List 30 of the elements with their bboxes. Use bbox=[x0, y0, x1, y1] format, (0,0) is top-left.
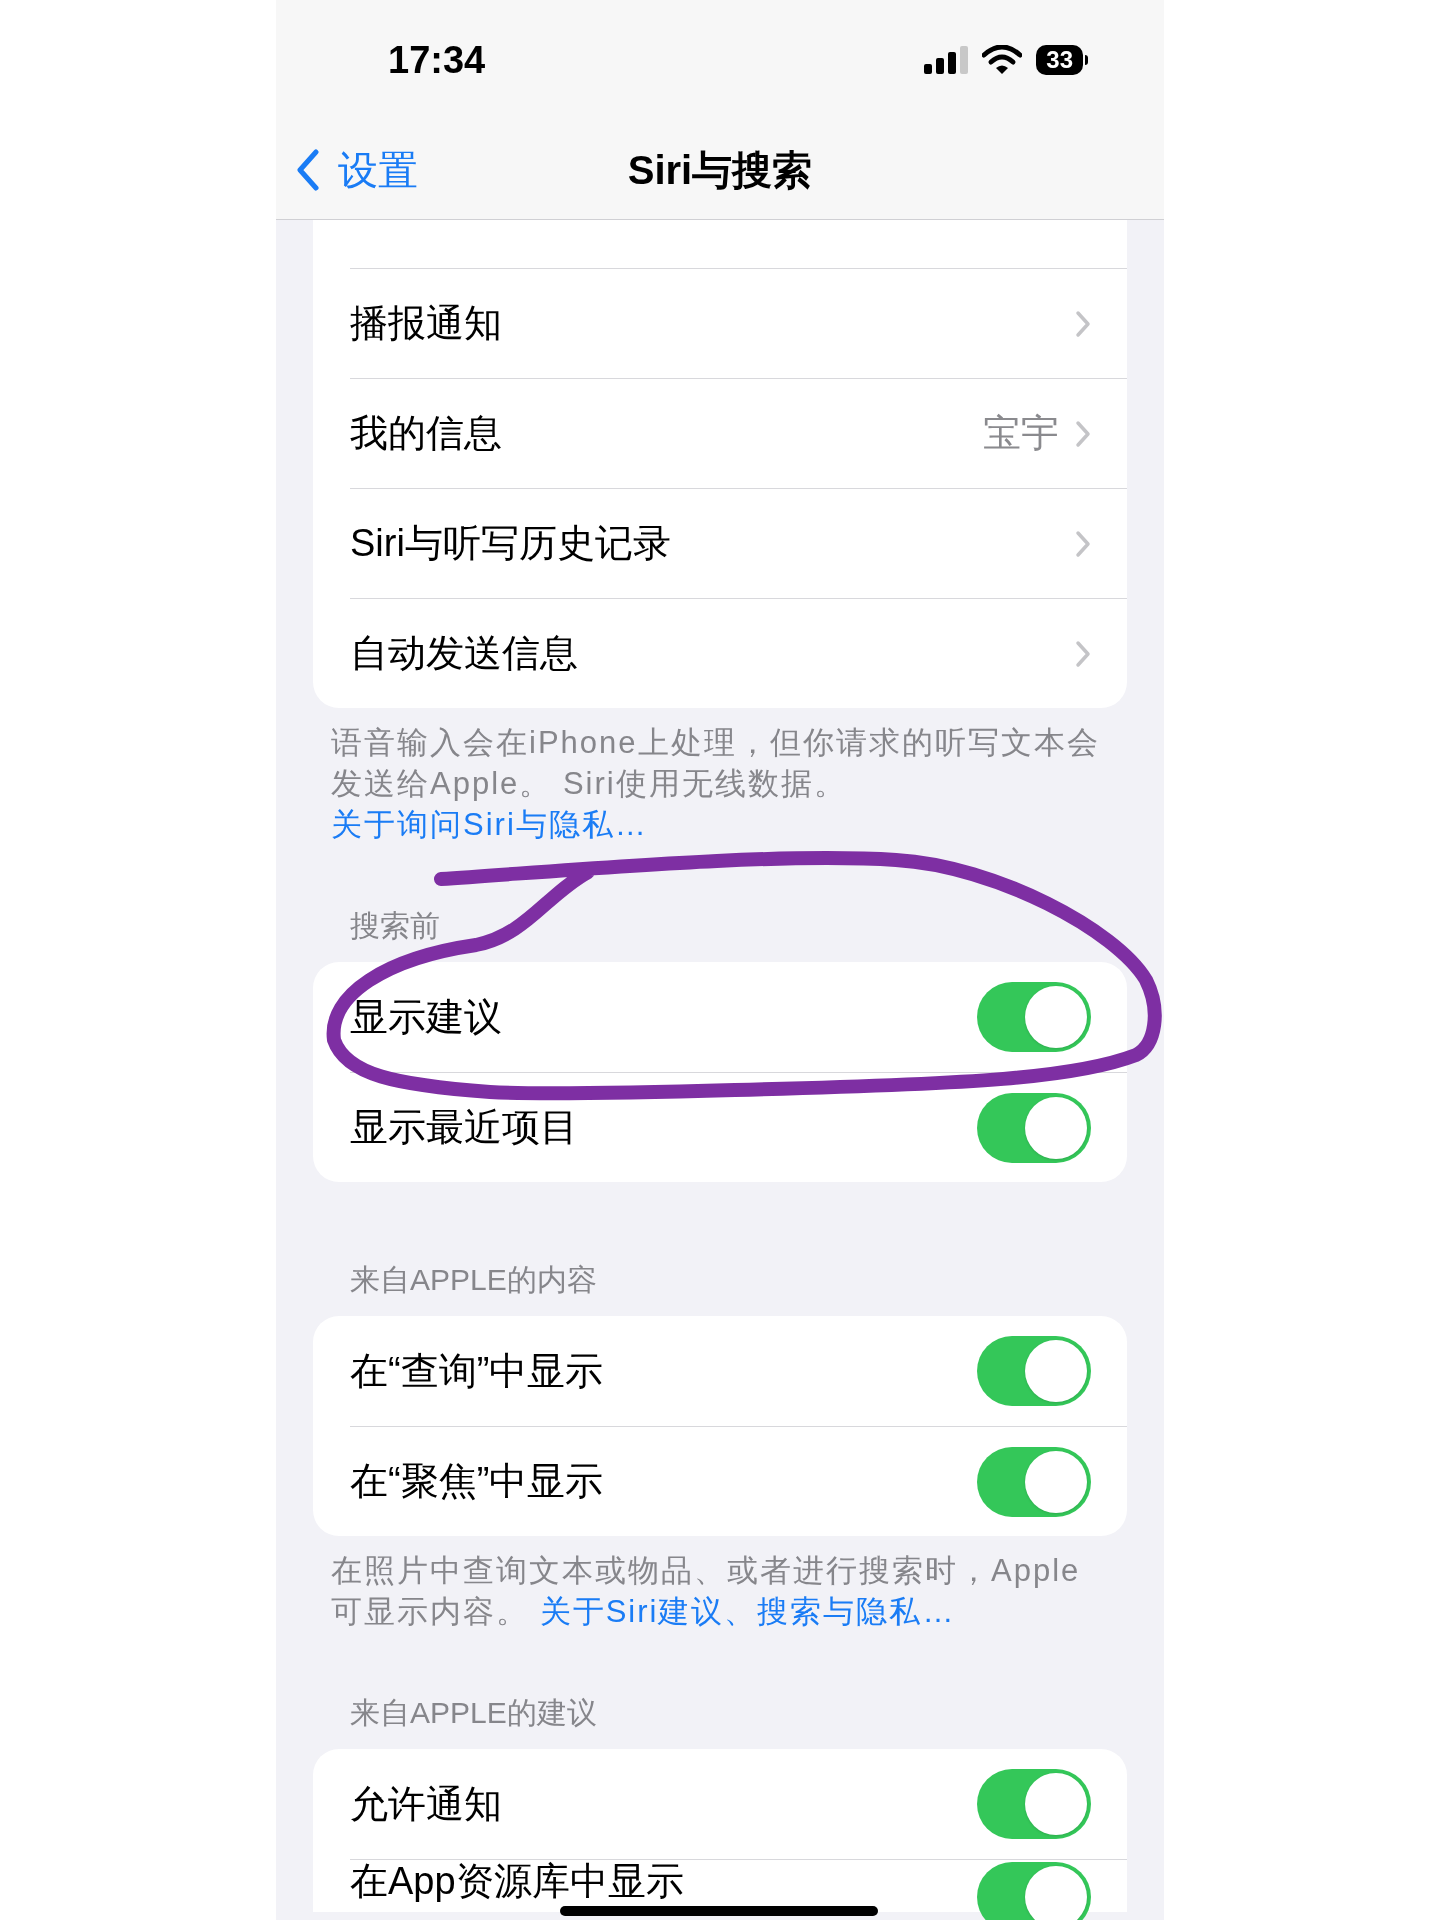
setting-label: 显示建议 bbox=[350, 994, 502, 1040]
section-footer: 语音输入会在iPhone上处理，但你请求的听写文本会发送给Apple。 Siri使用无线数据。 关于询问Siri与隐私… bbox=[276, 708, 1164, 845]
status-time: 17:34 bbox=[388, 37, 486, 83]
signal-icon bbox=[924, 46, 969, 74]
setting-label: 我的信息 bbox=[350, 411, 502, 456]
chevron-icon bbox=[1075, 419, 1091, 448]
wifi-icon bbox=[982, 45, 1023, 75]
setting-label: 播报通知 bbox=[350, 301, 502, 346]
setting-label: 在App资源库中显示 bbox=[350, 1862, 684, 1900]
setting-label: 在“查询”中显示 bbox=[350, 1348, 604, 1394]
setting-label: 自动发送信息 bbox=[350, 631, 578, 676]
setting-label: 显示最近项目 bbox=[350, 1105, 578, 1150]
battery-indicator: 33 bbox=[1036, 45, 1083, 75]
section-header: 搜索前 bbox=[349, 908, 441, 944]
back-icon bbox=[296, 148, 320, 191]
back-button[interactable]: 设置 bbox=[296, 139, 418, 200]
toggle-switch[interactable] bbox=[977, 1862, 1091, 1920]
chevron-icon bbox=[1075, 639, 1091, 668]
setting-label: Siri与听写历史记录 bbox=[350, 521, 671, 566]
setting-label: 允许通知 bbox=[350, 1781, 502, 1827]
setting-value: 宝宇 bbox=[983, 411, 1059, 456]
section-header: 来自APPLE的建议 bbox=[349, 1695, 598, 1731]
chevron-icon bbox=[1075, 529, 1091, 558]
page-title: Siri与搜索 bbox=[627, 146, 813, 194]
privacy-link[interactable]: 关于Siri建议、搜索与隐私… bbox=[539, 1594, 956, 1629]
section-footer: 在照片中查询文本或物品、或者进行搜索时，Apple可显示内容。 关于Siri建议、搜索与隐私… bbox=[276, 1536, 1164, 1632]
setting-label: 在“聚焦”中显示 bbox=[350, 1459, 604, 1504]
privacy-link[interactable]: 关于询问Siri与隐私… bbox=[331, 807, 648, 842]
chevron-icon bbox=[1075, 309, 1091, 338]
section-header: 来自APPLE的内容 bbox=[349, 1262, 598, 1298]
